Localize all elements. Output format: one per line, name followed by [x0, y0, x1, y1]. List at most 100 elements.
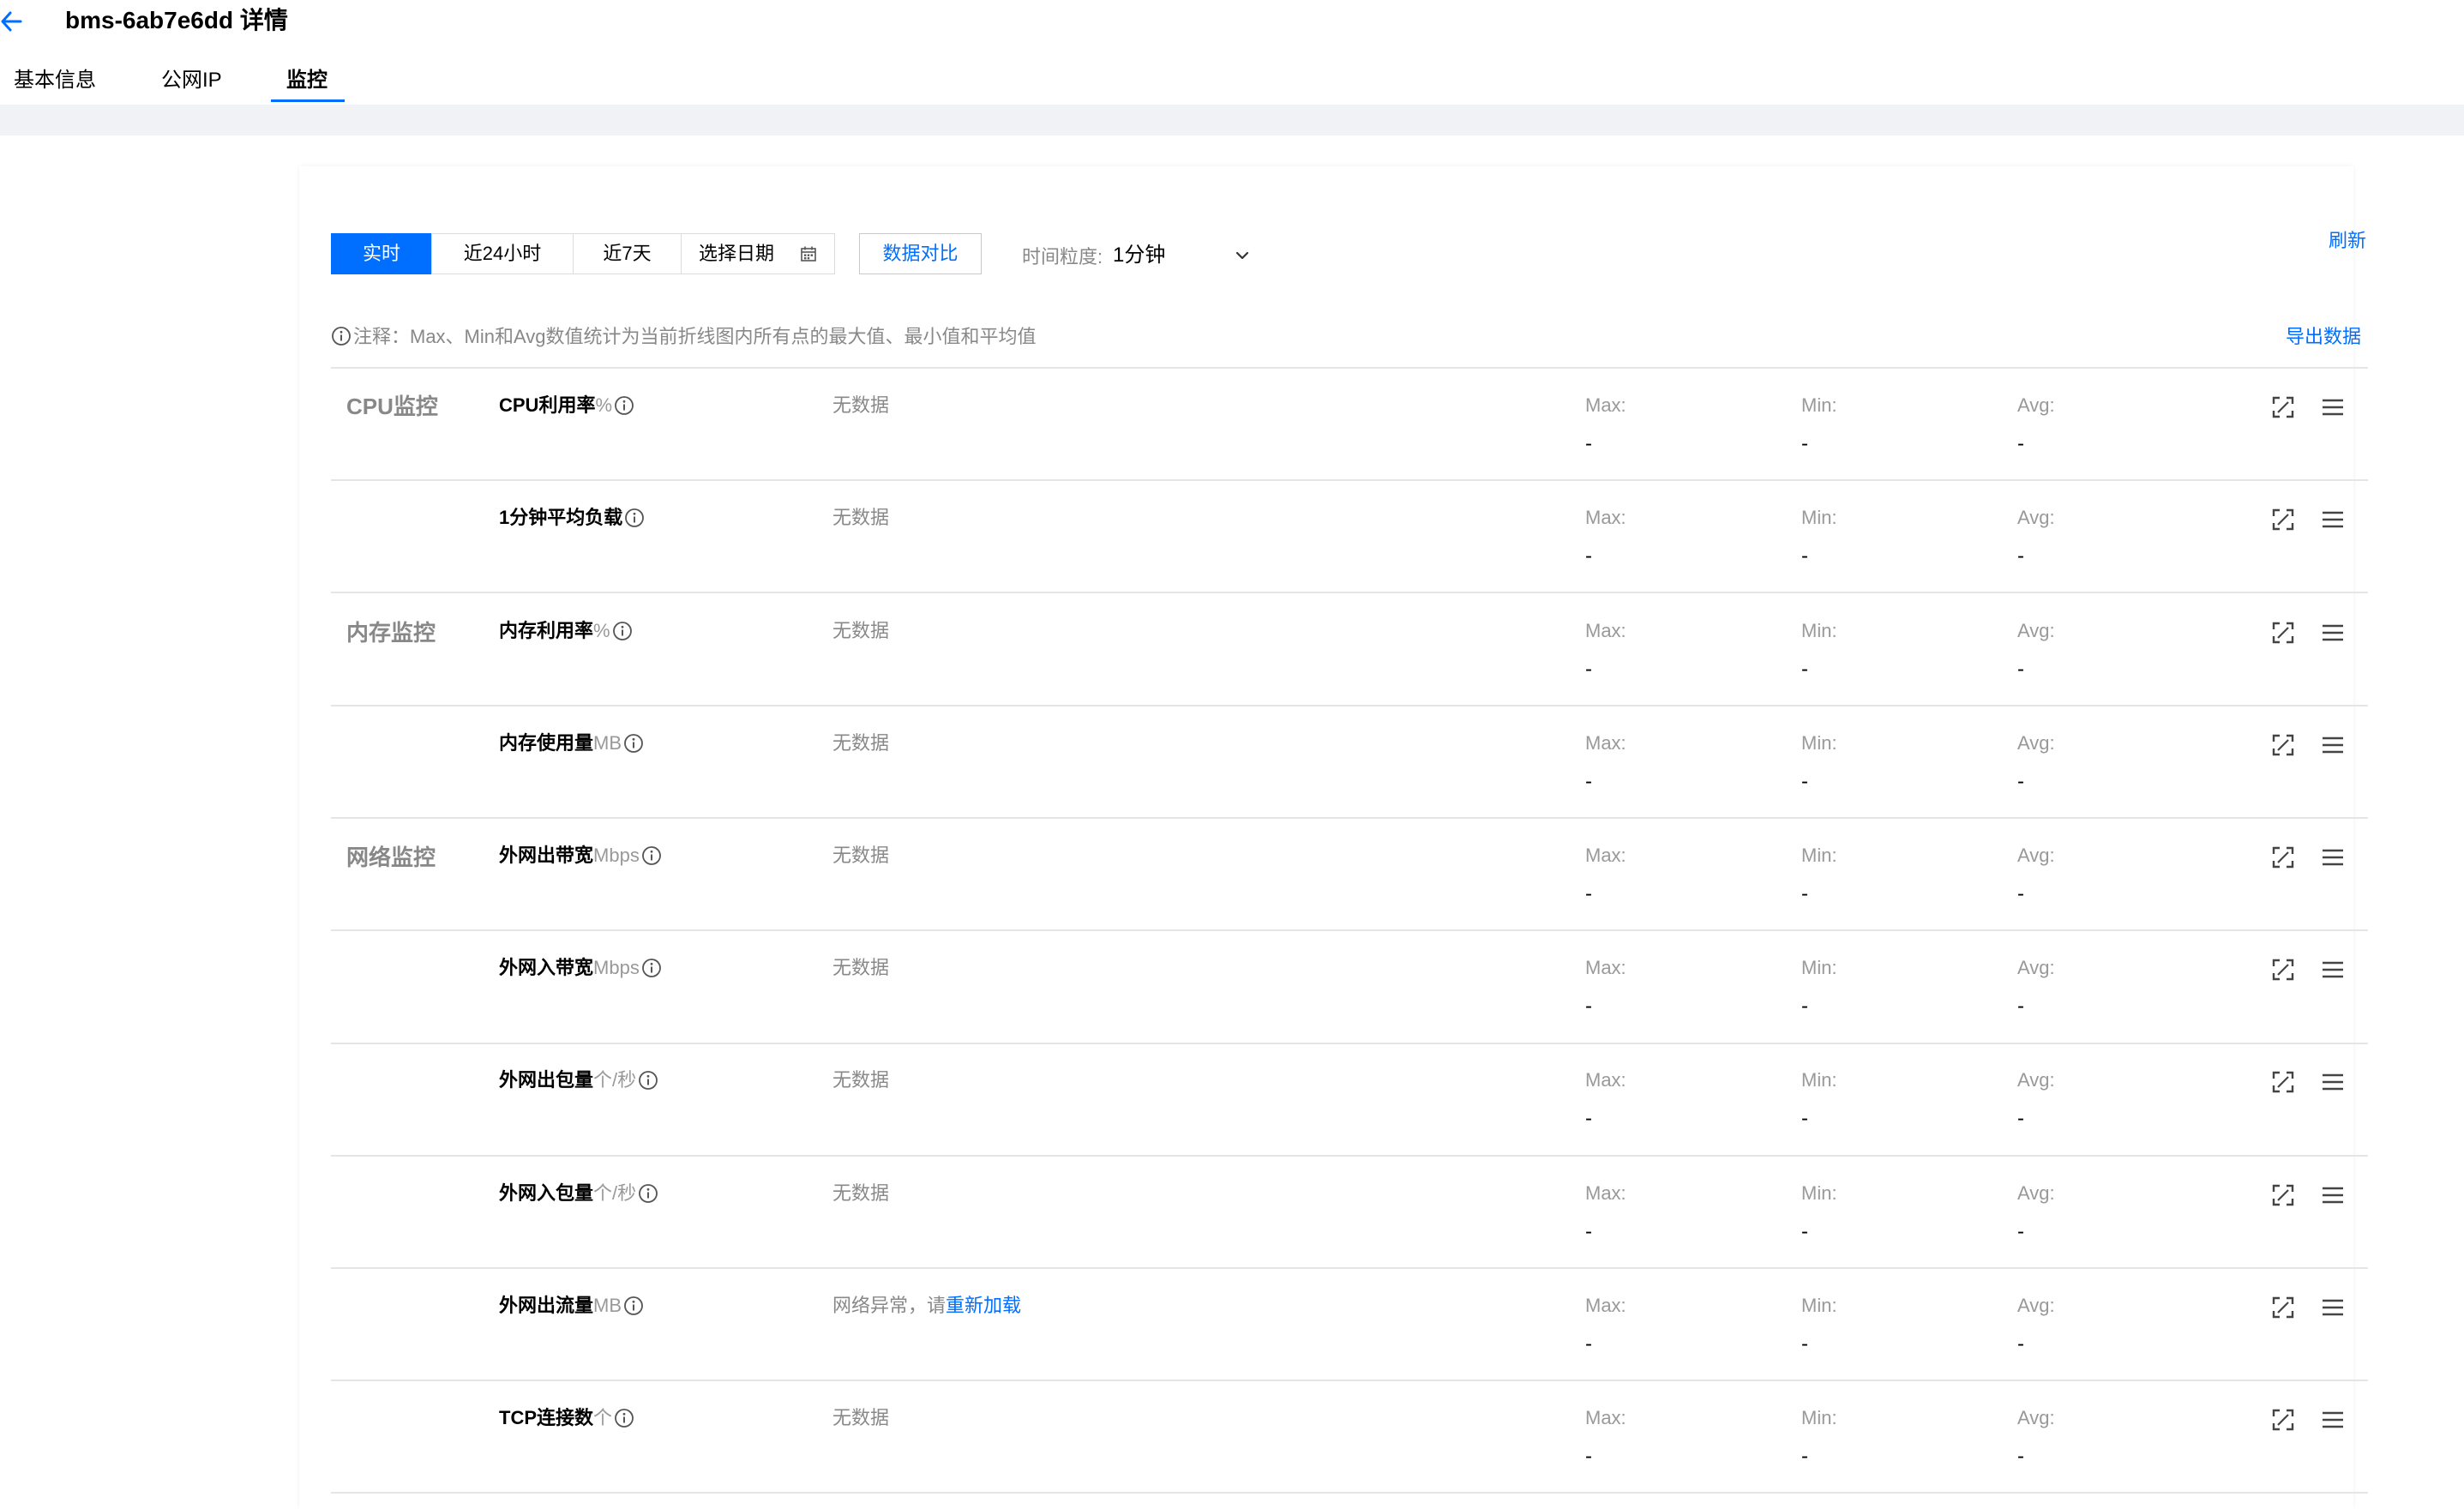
stat-min-label: Min: [1801, 1182, 1837, 1204]
menu-icon[interactable] [2320, 1182, 2346, 1208]
info-icon[interactable] [614, 395, 634, 416]
menu-icon[interactable] [2320, 1069, 2346, 1095]
range-24h-button[interactable]: 近24小时 [431, 233, 574, 274]
menu-icon[interactable] [2320, 845, 2346, 870]
menu-icon[interactable] [2320, 1295, 2346, 1320]
export-data-link[interactable]: 导出数据 [2286, 324, 2361, 350]
stat-min-label: Min: [1801, 507, 1837, 528]
range-realtime-button[interactable]: 实时 [331, 233, 432, 274]
stat-avg-label: Avg: [2017, 1295, 2055, 1316]
stat-min-value: - [1801, 658, 1808, 681]
stat-min-label: Min: [1801, 845, 1837, 866]
menu-icon[interactable] [2320, 957, 2346, 983]
tab-basic-info[interactable]: 基本信息 [14, 63, 96, 98]
expand-icon[interactable] [2270, 732, 2296, 758]
expand-icon[interactable] [2270, 507, 2296, 532]
divider [331, 929, 2368, 931]
metric-name: 外网出包量个/秒 [499, 1067, 658, 1093]
metric-title: CPU利用率 [499, 394, 596, 416]
metric-title: 外网出包量 [499, 1069, 594, 1091]
stat-max-label: Max: [1585, 1069, 1626, 1091]
menu-icon[interactable] [2320, 1407, 2346, 1433]
divider [331, 1155, 2368, 1157]
stat-max-value: - [1585, 995, 1592, 1018]
info-icon[interactable] [641, 958, 662, 978]
info-icon[interactable] [623, 733, 644, 754]
metric-title: 外网入带宽 [499, 957, 594, 978]
divider [331, 592, 2368, 593]
stat-min-value: - [1801, 1332, 1808, 1356]
stat-min-label: Min: [1801, 957, 1837, 978]
stat-max-label: Max: [1585, 620, 1626, 641]
granularity-select[interactable]: 1分钟 [1113, 242, 1165, 269]
stat-max-value: - [1585, 1107, 1592, 1130]
info-icon[interactable] [638, 1070, 658, 1091]
metric-status-text: 无数据 [832, 1407, 890, 1428]
info-icon[interactable] [624, 508, 645, 528]
info-icon[interactable] [638, 1183, 658, 1204]
metric-status: 无数据 [832, 1405, 889, 1431]
metric-unit: % [595, 394, 613, 416]
metric-name: 外网出流量MB [499, 1293, 644, 1319]
stat-avg-value: - [2017, 544, 2024, 568]
metric-status: 无数据 [832, 618, 889, 644]
active-tab-indicator [271, 99, 345, 102]
stat-min-label: Min: [1801, 732, 1837, 754]
stat-avg-value: - [2017, 1332, 2024, 1356]
stat-max-label: Max: [1585, 507, 1626, 528]
stat-avg-label: Avg: [2017, 507, 2055, 528]
tab-public-ip[interactable]: 公网IP [161, 63, 222, 98]
metric-title: 外网出流量 [499, 1295, 594, 1316]
expand-icon[interactable] [2270, 620, 2296, 646]
metric-status-text: 无数据 [832, 845, 890, 866]
stat-avg-value: - [2017, 1445, 2024, 1468]
info-icon[interactable] [612, 621, 633, 641]
date-picker[interactable]: 选择日期 [681, 233, 835, 274]
info-icon[interactable] [623, 1296, 644, 1316]
metric-status: 网络异常，请重新加载 [832, 1293, 1021, 1319]
stat-min-value: - [1801, 1220, 1808, 1243]
expand-icon[interactable] [2270, 1182, 2296, 1208]
stat-min-value: - [1801, 882, 1808, 905]
menu-icon[interactable] [2320, 394, 2346, 420]
metric-title: 内存使用量 [499, 732, 594, 754]
date-picker-label: 选择日期 [699, 243, 775, 264]
metric-status: 无数据 [832, 730, 889, 756]
metric-status-text: 无数据 [832, 957, 890, 978]
expand-icon[interactable] [2270, 1295, 2296, 1320]
expand-icon[interactable] [2270, 1407, 2296, 1433]
metric-status: 无数据 [832, 1067, 889, 1093]
expand-icon[interactable] [2270, 1069, 2296, 1095]
expand-icon[interactable] [2270, 845, 2296, 870]
metric-unit: 个 [593, 1407, 613, 1428]
refresh-link[interactable]: 刷新 [2329, 228, 2366, 254]
stat-max-label: Max: [1585, 957, 1626, 978]
metric-title: 1分钟平均负载 [499, 507, 623, 528]
stat-avg-value: - [2017, 1107, 2024, 1130]
menu-icon[interactable] [2320, 732, 2346, 758]
stat-min-label: Min: [1801, 1295, 1837, 1316]
range-7d-button[interactable]: 近7天 [573, 233, 682, 274]
stat-avg-label: Avg: [2017, 620, 2055, 641]
expand-icon[interactable] [2270, 957, 2296, 983]
data-compare-button[interactable]: 数据对比 [859, 233, 982, 274]
stat-avg-label: Avg: [2017, 845, 2055, 866]
info-icon[interactable] [641, 845, 662, 866]
menu-icon[interactable] [2320, 507, 2346, 532]
metric-status-text: 无数据 [832, 1182, 890, 1204]
metric-status: 无数据 [832, 1181, 889, 1206]
stat-min-value: - [1801, 1445, 1808, 1468]
tab-monitoring[interactable]: 监控 [286, 63, 328, 98]
menu-icon[interactable] [2320, 620, 2346, 646]
stat-max-value: - [1585, 658, 1592, 681]
metric-title: 内存利用率 [499, 620, 594, 641]
info-icon[interactable] [614, 1408, 634, 1428]
stat-avg-value: - [2017, 995, 2024, 1018]
metric-title: 外网出带宽 [499, 845, 594, 866]
stat-min-label: Min: [1801, 620, 1837, 641]
expand-icon[interactable] [2270, 394, 2296, 420]
stat-max-value: - [1585, 770, 1592, 793]
chevron-down-icon[interactable] [1233, 246, 1252, 265]
arrow-left-icon[interactable] [0, 7, 26, 36]
reload-link[interactable]: 重新加载 [946, 1295, 1021, 1316]
